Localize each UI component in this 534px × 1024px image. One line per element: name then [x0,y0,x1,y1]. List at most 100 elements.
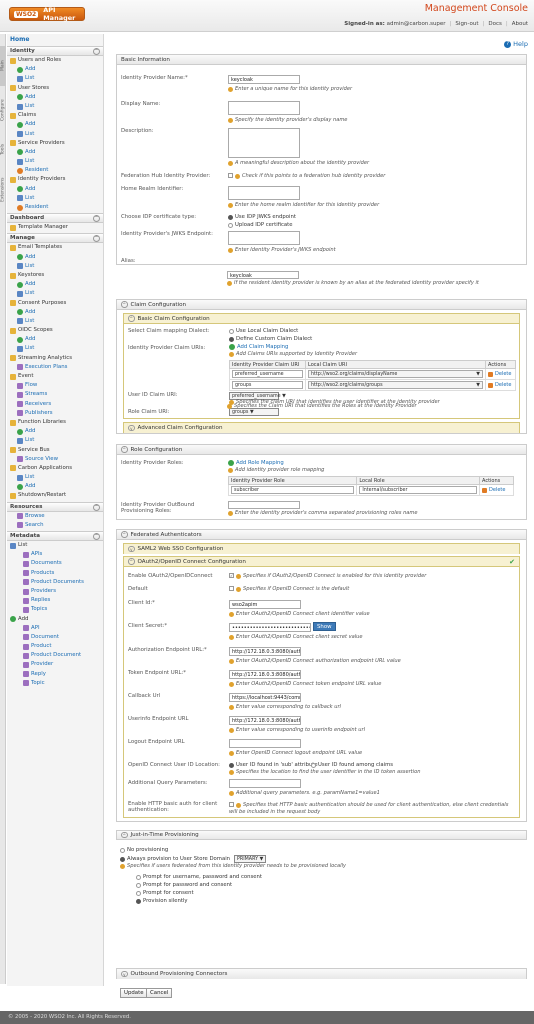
sidebar-item[interactable]: Event [7,372,103,381]
dialect-option-custom[interactable]: Define Custom Claim Dialect [229,336,312,342]
oidc-header[interactable]: ^ OAuth2/OpenID Connect Configuration ✔ [124,557,519,567]
sidebar-item[interactable]: Products [7,569,103,578]
jit-option-always[interactable]: Always provision to User Store Domain PRI… [120,855,267,863]
sidebar-item[interactable]: Add [7,615,103,624]
federated-auth-header[interactable]: ^ Federated Authenticators [117,530,526,540]
sidebar-item[interactable]: Receivers [7,400,103,409]
about-link[interactable]: About [512,21,528,27]
sidebar-item[interactable]: Consent Purposes [7,299,103,308]
radio-selected[interactable] [229,762,234,768]
sidebar-item[interactable]: Documents [7,559,103,568]
enable-oidc-checkbox[interactable]: ✓ [229,573,234,578]
advanced-claim-header[interactable]: v Advanced Claim Configuration [124,423,519,433]
uid-option-claims[interactable]: User ID found among claims [311,762,393,768]
sidebar-item[interactable]: Keystores [7,271,103,280]
claim-config-header[interactable]: ^ Claim Configuration [117,300,526,310]
radio-unselected[interactable] [229,328,234,334]
sidebar-item[interactable]: Resident [7,203,103,212]
sidebar-item[interactable]: Resident [7,166,103,175]
radio-unselected[interactable] [136,890,141,896]
idp-name-input[interactable]: keycloak [228,75,300,84]
sidebar-item[interactable]: Browse [7,512,103,521]
sidebar-item[interactable]: Add [7,120,103,129]
basic-claim-header[interactable]: ^ Basic Claim Configuration [124,314,519,324]
radio-selected[interactable] [136,898,141,904]
add-claim-mapping-link[interactable]: Add Claim Mapping [229,344,288,350]
show-secret-button[interactable]: Show [313,622,336,631]
collapse-icon[interactable]: ^ [121,446,128,453]
jwks-input[interactable] [228,231,300,245]
sidebar-item[interactable]: Providers [7,587,103,596]
sidebar-item[interactable]: Service Bus [7,446,103,455]
sidebar-item[interactable]: List [7,473,103,482]
sidebar-item[interactable]: List [7,130,103,139]
sidebar-item[interactable]: Reply [7,670,103,679]
expand-icon[interactable]: v [128,424,135,432]
jit-option-none[interactable]: No provisioning [120,847,168,853]
radio-selected[interactable] [229,336,234,342]
sidebar-item[interactable]: Template Manager [7,223,103,232]
radio-unselected[interactable] [120,847,125,853]
collapse-icon[interactable]: ^ [93,235,100,243]
sidebar-item[interactable]: User Stores [7,84,103,93]
local-role-input[interactable]: Internal/subscriber [359,486,477,494]
sidebar-item[interactable]: Flow [7,381,103,390]
delete-link[interactable]: Delete [482,487,511,493]
uid-option-sub[interactable]: User ID found in 'sub' attribute [229,762,318,768]
sidebar-item[interactable]: Product Document [7,651,103,660]
sidebar-item[interactable]: List [7,541,103,550]
sidebar-item[interactable]: List [7,102,103,111]
display-name-input[interactable] [228,101,300,115]
callback-input[interactable]: https://localhost:9443/commonauth [229,693,301,702]
sidebar-item[interactable]: Product [7,642,103,651]
collapse-icon[interactable]: ^ [93,215,100,223]
collapse-icon[interactable]: ^ [93,48,100,55]
logout-input[interactable] [229,739,301,748]
sidebar-item[interactable]: List [7,344,103,353]
sidebar-item[interactable]: Claims [7,111,103,120]
tab-tools[interactable]: Tools [0,134,6,164]
sidebar-item[interactable]: Source View [7,455,103,464]
collapse-icon[interactable]: ^ [93,503,100,511]
sidebar-item[interactable]: Identity Providers [7,175,103,184]
radio-selected[interactable] [120,856,125,862]
sidebar-item[interactable]: Add [7,185,103,194]
role-claim-select[interactable]: groups ▼ [229,408,279,416]
sidebar-item[interactable]: Add [7,93,103,102]
jit-header[interactable]: ^ Just-in-Time Provisioning [116,830,527,840]
radio-unselected[interactable] [136,882,141,888]
jit-prompt-option[interactable]: Provision silently [136,898,188,904]
dialect-option-local[interactable]: Use Local Claim Dialect [229,328,298,334]
cert-option-upload[interactable]: Upload IDP certificate [228,222,293,228]
cancel-button[interactable]: Cancel [146,988,173,998]
sidebar-item[interactable]: Add [7,482,103,491]
sidebar-item[interactable]: Provider [7,660,103,669]
jit-prompt-option[interactable]: Prompt for password and consent [136,882,232,888]
sidebar-section-manage[interactable]: Manage ^ [7,233,103,244]
sidebar-item[interactable]: List [7,157,103,166]
sidebar-item[interactable]: Add [7,148,103,157]
sidebar-item[interactable]: Topic [7,679,103,688]
sidebar-item[interactable]: List [7,262,103,271]
sidebar-item[interactable]: Product Documents [7,578,103,587]
userinfo-input[interactable]: http://172.18.0.3:8080/auth/realms/mas [229,716,301,725]
default-checkbox[interactable] [229,586,234,591]
basic-auth-checkbox[interactable] [229,802,234,807]
description-textarea[interactable] [228,128,300,158]
collapse-icon[interactable]: ^ [128,558,135,565]
radio-unselected[interactable] [311,762,316,768]
sidebar-item[interactable]: Add [7,308,103,317]
collapse-icon[interactable]: ^ [128,315,135,322]
sidebar-item[interactable]: Document [7,633,103,642]
cert-option-jwks[interactable]: Use IDP JWKS endpoint [228,214,296,220]
token-endpoint-input[interactable]: http://172.18.0.3:8080/auth/realms/mas [229,670,301,679]
sidebar-item[interactable]: Replies [7,596,103,605]
sidebar-section-resources[interactable]: Resources ^ [7,501,103,512]
client-id-input[interactable]: wso2apim [229,600,301,609]
tab-main[interactable]: Main [0,46,6,86]
idp-claim-input[interactable]: groups [232,381,303,389]
sidebar-item[interactable]: APIs [7,550,103,559]
client-secret-input[interactable]: •••••••••••••••••••••••••••••••••••• [229,623,311,632]
sidebar-item[interactable]: List [7,74,103,83]
addq-input[interactable] [229,779,301,788]
